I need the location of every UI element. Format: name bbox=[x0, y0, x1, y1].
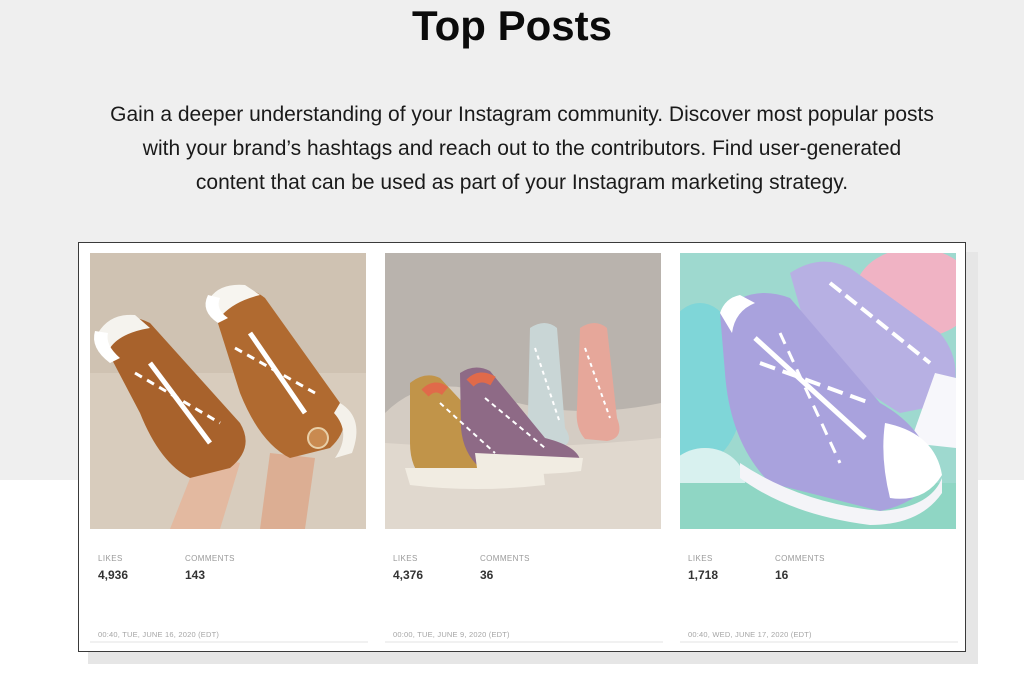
comments-count: 143 bbox=[185, 568, 206, 582]
page-description: Gain a deeper understanding of your Inst… bbox=[110, 103, 934, 194]
likes-label: LIKES bbox=[688, 554, 713, 563]
post-image[interactable] bbox=[90, 253, 366, 529]
post-image[interactable] bbox=[385, 253, 661, 529]
card-divider bbox=[385, 641, 663, 643]
comments-count: 36 bbox=[480, 568, 494, 582]
likes-label: LIKES bbox=[393, 554, 418, 563]
four-colorful-sneakers-photo bbox=[385, 253, 661, 529]
top-posts-panel: LIKES 4,936 COMMENTS 143 00:40, TUE, JUN… bbox=[78, 242, 966, 652]
post-timestamp: 00:40, WED, JUNE 17, 2020 (EDT) bbox=[688, 630, 812, 639]
lavender-low-top-sneakers-photo bbox=[680, 253, 956, 529]
post-card[interactable]: LIKES 4,376 COMMENTS 36 00:00, TUE, JUNE… bbox=[385, 253, 663, 643]
card-divider bbox=[90, 641, 368, 643]
post-image[interactable] bbox=[680, 253, 956, 529]
likes-count: 4,936 bbox=[98, 568, 129, 582]
comments-label: COMMENTS bbox=[185, 554, 235, 563]
post-timestamp: 00:40, TUE, JUNE 16, 2020 (EDT) bbox=[98, 630, 220, 639]
comments-count: 16 bbox=[775, 568, 789, 582]
post-card[interactable]: LIKES 1,718 COMMENTS 16 00:40, WED, JUNE… bbox=[680, 253, 958, 643]
brown-high-top-sneakers-photo bbox=[90, 253, 366, 529]
page-title: Top Posts bbox=[412, 2, 612, 49]
comments-label: COMMENTS bbox=[775, 554, 825, 563]
post-card[interactable]: LIKES 4,936 COMMENTS 143 00:40, TUE, JUN… bbox=[90, 253, 368, 643]
likes-count: 4,376 bbox=[393, 568, 424, 582]
card-divider bbox=[680, 641, 958, 643]
post-timestamp: 00:00, TUE, JUNE 9, 2020 (EDT) bbox=[393, 630, 510, 639]
likes-count: 1,718 bbox=[688, 568, 719, 582]
comments-label: COMMENTS bbox=[480, 554, 530, 563]
likes-label: LIKES bbox=[98, 554, 123, 563]
